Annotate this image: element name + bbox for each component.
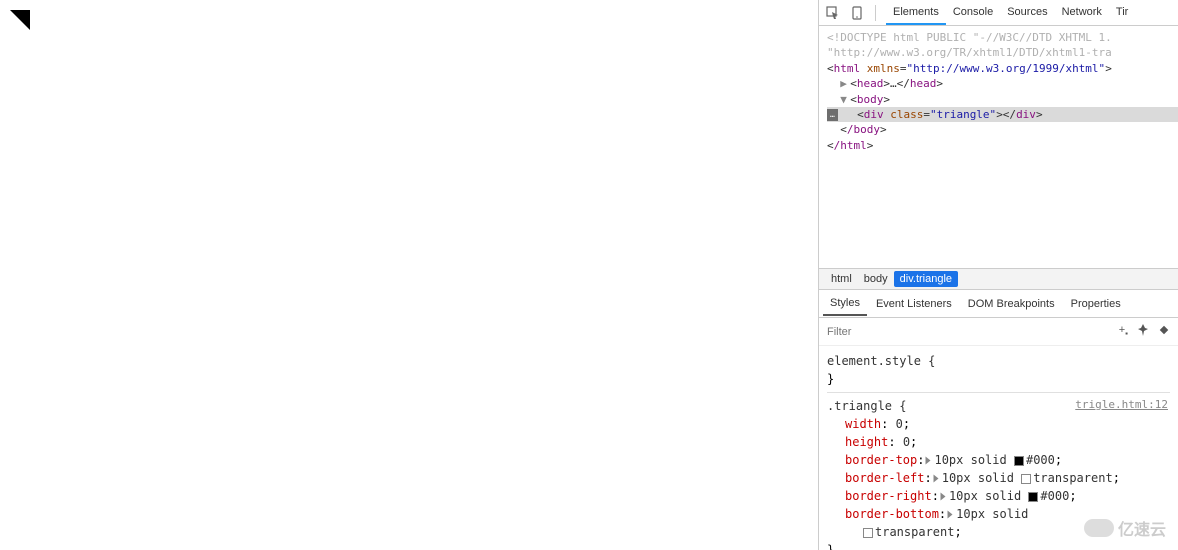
dom-tree[interactable]: <!DOCTYPE html PUBLIC "-//W3C//DTD XHTML… [819,26,1178,268]
tab-event-listeners[interactable]: Event Listeners [869,293,959,315]
devtools-toolbar: Elements Console Sources Network Tir [819,0,1178,26]
pin-icon[interactable] [1138,324,1148,339]
tab-properties[interactable]: Properties [1064,293,1128,315]
tab-styles[interactable]: Styles [823,292,867,316]
filter-bar: +▪ [819,318,1178,346]
tab-timeline[interactable]: Tir [1109,1,1135,24]
expand-icon[interactable]: ▶ [840,76,850,91]
inspect-icon[interactable] [825,5,841,21]
crumb-html[interactable]: html [825,271,858,287]
selected-node[interactable]: … <div class="triangle"></div> [827,107,1178,122]
devtools-panel: Elements Console Sources Network Tir <!D… [818,0,1178,550]
page-viewport [0,0,818,550]
new-rule-icon[interactable]: +▪ [1119,324,1128,339]
tab-elements[interactable]: Elements [886,1,946,25]
breadcrumb: html body div.triangle [819,268,1178,290]
tab-console[interactable]: Console [946,1,1000,24]
tab-sources[interactable]: Sources [1000,1,1054,24]
styles-pane[interactable]: element.style { } trigle.html:12 .triang… [819,346,1178,550]
tab-network[interactable]: Network [1055,1,1109,24]
device-icon[interactable] [849,5,865,21]
source-link[interactable]: trigle.html:12 [1075,397,1168,414]
filter-input[interactable] [827,326,947,338]
triangle-rule[interactable]: trigle.html:12 .triangle { width: 0; hei… [827,393,1170,550]
styles-tabs: Styles Event Listeners DOM Breakpoints P… [819,290,1178,318]
element-style-rule[interactable]: element.style { } [827,348,1170,393]
doctype-line: <!DOCTYPE html PUBLIC "-//W3C//DTD XHTML… [827,31,1112,44]
triangle-shape [10,10,30,30]
crumb-div[interactable]: div.triangle [894,271,958,287]
crumb-body[interactable]: body [858,271,894,287]
hover-icon[interactable] [1158,324,1170,339]
expand-icon[interactable]: ▼ [840,92,850,107]
doctype-line2: "http://www.w3.org/TR/xhtml1/DTD/xhtml1-… [827,46,1112,59]
tab-dom-breakpoints[interactable]: DOM Breakpoints [961,293,1062,315]
